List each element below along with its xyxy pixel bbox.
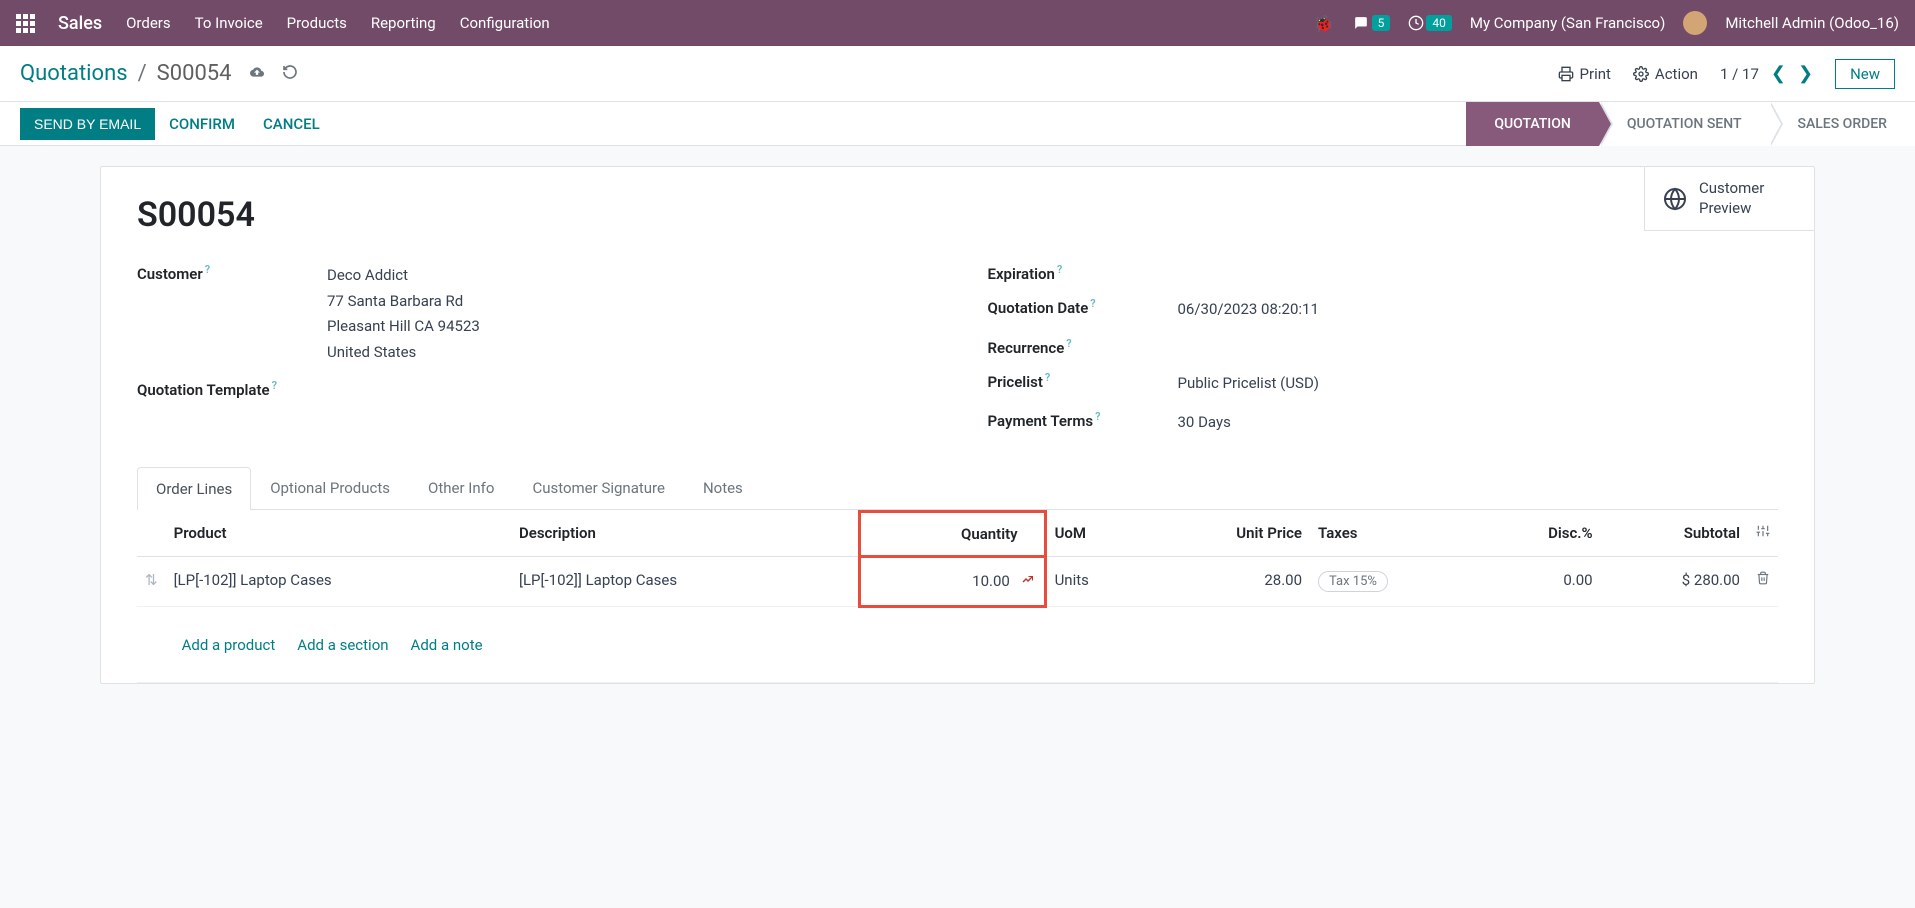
- new-button[interactable]: New: [1835, 59, 1895, 89]
- label-pricelist: Pricelist?: [988, 371, 1178, 391]
- help-icon[interactable]: ?: [1090, 297, 1095, 310]
- globe-icon: [1663, 187, 1687, 211]
- th-taxes: Taxes: [1310, 511, 1480, 556]
- cloud-save-icon[interactable]: [248, 64, 266, 83]
- cell-description[interactable]: [LP[-102]] Laptop Cases: [511, 556, 859, 606]
- messages-icon[interactable]: 5: [1352, 15, 1391, 31]
- tab-optional-products[interactable]: Optional Products: [251, 466, 409, 509]
- avatar[interactable]: [1683, 11, 1707, 35]
- cell-subtotal: $ 280.00: [1601, 556, 1748, 606]
- nav-orders[interactable]: Orders: [126, 14, 171, 32]
- th-subtotal: Subtotal: [1601, 511, 1748, 556]
- payment-terms-value[interactable]: 30 Days: [1178, 410, 1231, 436]
- tab-other-info[interactable]: Other Info: [409, 466, 513, 509]
- help-icon[interactable]: ?: [1045, 371, 1050, 384]
- add-note-link[interactable]: Add a note: [411, 636, 483, 654]
- drag-handle-icon[interactable]: ⇅: [137, 556, 166, 606]
- pager-prev[interactable]: ❮: [1771, 63, 1786, 84]
- nav-reporting[interactable]: Reporting: [371, 14, 436, 32]
- quotation-date-value[interactable]: 06/30/2023 08:20:11: [1178, 297, 1319, 323]
- cell-quantity[interactable]: 10.00: [859, 556, 1045, 606]
- tab-customer-signature[interactable]: Customer Signature: [513, 466, 684, 509]
- nav-configuration[interactable]: Configuration: [460, 14, 550, 32]
- tab-order-lines[interactable]: Order Lines: [137, 467, 251, 510]
- customer-preview-button[interactable]: Customer Preview: [1644, 167, 1814, 231]
- breadcrumb-current: S00054: [157, 61, 232, 86]
- status-quotation[interactable]: QUOTATION: [1466, 102, 1599, 146]
- app-brand: Sales: [58, 13, 102, 34]
- cell-taxes[interactable]: Tax 15%: [1310, 556, 1480, 606]
- discard-icon[interactable]: [282, 64, 298, 84]
- th-unit-price: Unit Price: [1148, 511, 1310, 556]
- record-title: S00054: [137, 195, 1778, 235]
- print-button[interactable]: Print: [1558, 65, 1611, 83]
- th-disc: Disc.%: [1481, 511, 1601, 556]
- add-section-link[interactable]: Add a section: [297, 636, 388, 654]
- debug-icon[interactable]: 🐞: [1314, 14, 1334, 33]
- cell-product[interactable]: [LP[-102]] Laptop Cases: [166, 556, 511, 606]
- pager-text[interactable]: 1 / 17: [1720, 65, 1759, 83]
- pricelist-value[interactable]: Public Pricelist (USD): [1178, 371, 1320, 397]
- th-description: Description: [511, 511, 859, 556]
- columns-config-icon[interactable]: [1756, 524, 1770, 542]
- user-menu[interactable]: Mitchell Admin (Odoo_16): [1725, 14, 1899, 32]
- status-sales-order[interactable]: SALES ORDER: [1769, 102, 1915, 146]
- breadcrumb-separator: /: [138, 61, 147, 86]
- cancel-button[interactable]: CANCEL: [249, 107, 334, 141]
- company-switcher[interactable]: My Company (San Francisco): [1470, 14, 1665, 32]
- label-payment-terms: Payment Terms?: [988, 410, 1178, 430]
- th-product: Product: [166, 511, 511, 556]
- add-product-link[interactable]: Add a product: [182, 636, 276, 654]
- th-quantity: Quantity: [859, 511, 1045, 556]
- label-expiration: Expiration?: [988, 263, 1178, 283]
- label-recurrence: Recurrence?: [988, 337, 1178, 357]
- cell-uom[interactable]: Units: [1045, 556, 1148, 606]
- confirm-button[interactable]: CONFIRM: [155, 107, 249, 141]
- activities-icon[interactable]: 40: [1408, 15, 1452, 31]
- label-quotation-date: Quotation Date?: [988, 297, 1178, 317]
- help-icon[interactable]: ?: [272, 379, 277, 392]
- messages-count: 5: [1372, 15, 1391, 31]
- th-uom: UoM: [1045, 511, 1148, 556]
- status-quotation-sent[interactable]: QUOTATION SENT: [1599, 102, 1770, 146]
- send-email-button[interactable]: SEND BY EMAIL: [20, 108, 155, 140]
- pager-next[interactable]: ❯: [1798, 63, 1813, 84]
- help-icon[interactable]: ?: [205, 263, 210, 276]
- label-template: Quotation Template?: [137, 379, 327, 399]
- forecast-icon[interactable]: [1020, 572, 1036, 590]
- nav-products[interactable]: Products: [287, 14, 347, 32]
- help-icon[interactable]: ?: [1095, 410, 1100, 423]
- activities-count: 40: [1426, 15, 1452, 31]
- delete-row-icon[interactable]: [1756, 571, 1770, 589]
- label-customer: Customer?: [137, 263, 327, 283]
- breadcrumb-root[interactable]: Quotations: [20, 61, 128, 86]
- customer-value[interactable]: Deco Addict 77 Santa Barbara Rd Pleasant…: [327, 263, 480, 365]
- action-button[interactable]: Action: [1633, 65, 1698, 83]
- help-icon[interactable]: ?: [1057, 263, 1062, 276]
- nav-to-invoice[interactable]: To Invoice: [195, 14, 263, 32]
- apps-icon[interactable]: [16, 14, 34, 32]
- help-icon[interactable]: ?: [1066, 337, 1071, 350]
- tab-notes[interactable]: Notes: [684, 466, 762, 509]
- cell-unit-price[interactable]: 28.00: [1148, 556, 1310, 606]
- table-row[interactable]: ⇅ [LP[-102]] Laptop Cases [LP[-102]] Lap…: [137, 556, 1778, 606]
- cell-disc[interactable]: 0.00: [1481, 556, 1601, 606]
